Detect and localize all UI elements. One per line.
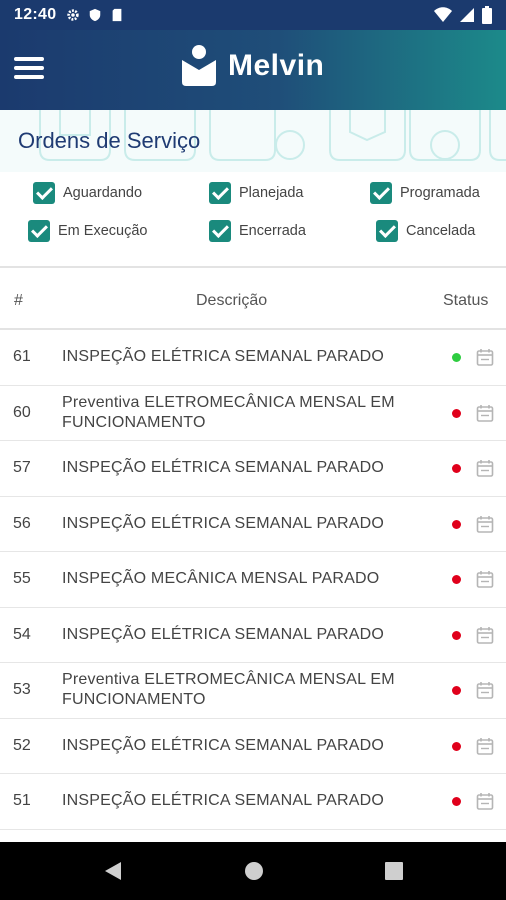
order-description: INSPEÇÃO ELÉTRICA SEMANAL PARADO [62, 792, 385, 810]
filter-label: Em Execução [58, 223, 148, 239]
system-nav-bar [0, 842, 506, 900]
filter-label: Aguardando [63, 185, 143, 201]
order-description: INSPEÇÃO ELÉTRICA SEMANAL PARADO [62, 348, 385, 366]
table-row[interactable]: 57 INSPEÇÃO ELÉTRICA SEMANAL PARADO [0, 441, 506, 497]
order-number: 53 [13, 681, 31, 699]
calendar-icon[interactable] [476, 459, 494, 477]
status-indicator-dot [452, 519, 461, 529]
order-number: 52 [13, 736, 31, 754]
checkbox-checked-icon[interactable] [370, 182, 392, 204]
order-description: INSPEÇÃO MECÂNICA MENSAL PARADO [62, 570, 380, 588]
filter-label: Encerrada [239, 223, 306, 239]
table-row[interactable]: 61 INSPEÇÃO ELÉTRICA SEMANAL PARADO [0, 330, 506, 386]
checkbox-checked-icon[interactable] [28, 220, 50, 242]
order-description: Preventiva ELETROMECÂNICA MENSAL EM FUNC… [62, 671, 395, 709]
table-row[interactable]: 51 INSPEÇÃO ELÉTRICA SEMANAL PARADO [0, 774, 506, 830]
table-row[interactable]: 54 INSPEÇÃO ELÉTRICA SEMANAL PARADO [0, 608, 506, 663]
order-description: Preventiva ELETROMECÂNICA MENSAL EM FUNC… [62, 393, 395, 431]
status-indicator-dot [452, 464, 461, 473]
status-bar: 12:40 [0, 0, 506, 30]
table-row[interactable]: 56 INSPEÇÃO ELÉTRICA SEMANAL PARADO [0, 497, 506, 552]
status-indicator-dot [452, 630, 461, 640]
filter-label: Programada [400, 185, 480, 201]
status-indicator-dot [452, 686, 461, 695]
calendar-icon[interactable] [476, 348, 494, 366]
sd-card-icon [113, 8, 122, 22]
filter-aguardando[interactable]: Aguardando [33, 182, 142, 204]
filter-em-execucao[interactable]: Em Execução [28, 220, 147, 242]
calendar-icon[interactable] [476, 404, 494, 422]
order-description: INSPEÇÃO ELÉTRICA SEMANAL PARADO [62, 459, 385, 477]
checkbox-checked-icon[interactable] [376, 220, 398, 242]
status-time: 12:40 [14, 6, 57, 23]
table-header: # Descrição Status [0, 272, 506, 330]
back-icon[interactable] [103, 861, 123, 881]
signal-icon [460, 8, 474, 22]
checkbox-checked-icon[interactable] [209, 182, 231, 204]
filter-label: Planejada [239, 185, 304, 201]
shield-icon [90, 8, 101, 22]
table-row[interactable]: 55 INSPEÇÃO MECÂNICA MENSAL PARADO [0, 552, 506, 608]
column-header-status: Status [443, 292, 489, 309]
order-number: 51 [13, 792, 31, 810]
melvin-logo-icon [182, 45, 216, 86]
order-number: 61 [13, 348, 31, 366]
status-indicator-dot [452, 741, 461, 751]
calendar-icon[interactable] [476, 681, 494, 699]
hamburger-menu-icon[interactable] [14, 57, 44, 83]
app-bar: Melvin [0, 30, 506, 110]
order-number: 60 [13, 403, 31, 421]
calendar-icon[interactable] [476, 570, 494, 588]
table-row[interactable]: 53 Preventiva ELETROMECÂNICA MENSAL EM FU… [0, 663, 506, 719]
order-description: INSPEÇÃO ELÉTRICA SEMANAL PARADO [62, 514, 385, 532]
recents-icon[interactable] [384, 861, 404, 881]
order-description: INSPEÇÃO ELÉTRICA SEMANAL PARADO [62, 625, 385, 643]
order-number: 57 [13, 459, 31, 477]
table-row[interactable]: 52 INSPEÇÃO ELÉTRICA SEMANAL PARADO [0, 719, 506, 774]
brand-logo: Melvin [180, 44, 324, 88]
filter-planejada[interactable]: Planejada [209, 182, 304, 204]
wifi-icon [434, 7, 452, 22]
status-indicator-dot [452, 353, 461, 362]
status-filters: Aguardando Planejada Programada Em Execu… [0, 172, 506, 268]
battery-icon [482, 6, 492, 24]
orders-list: 61 INSPEÇÃO ELÉTRICA SEMANAL PARADO 60 Prev… [0, 330, 506, 830]
status-indicator-dot [452, 408, 461, 418]
order-number: 56 [13, 514, 31, 532]
calendar-icon[interactable] [476, 515, 494, 533]
filter-programada[interactable]: Programada [370, 182, 480, 204]
filter-encerrada[interactable]: Encerrada [209, 220, 306, 242]
order-number: 54 [13, 625, 31, 643]
filter-label: Cancelada [406, 223, 476, 239]
checkbox-checked-icon[interactable] [209, 220, 231, 242]
order-description: INSPEÇÃO ELÉTRICA SEMANAL PARADO [62, 736, 385, 754]
gear-icon [67, 9, 80, 21]
status-indicator-dot [452, 575, 461, 584]
filter-cancelada[interactable]: Cancelada [376, 220, 475, 242]
home-icon[interactable] [244, 861, 264, 881]
status-indicator-dot [452, 797, 461, 806]
page-header: Ordens de Serviço [0, 110, 506, 172]
page-title: Ordens de Serviço [18, 128, 201, 153]
brand-name: Melvin [228, 49, 325, 82]
calendar-icon[interactable] [476, 737, 494, 755]
checkbox-checked-icon[interactable] [33, 182, 55, 204]
calendar-icon[interactable] [476, 626, 494, 644]
column-header-number: # [14, 292, 23, 309]
order-number: 55 [13, 570, 31, 588]
calendar-icon[interactable] [476, 792, 494, 810]
column-header-description: Descrição [196, 292, 268, 309]
table-row[interactable]: 60 Preventiva ELETROMECÂNICA MENSAL EM FU… [0, 386, 506, 441]
